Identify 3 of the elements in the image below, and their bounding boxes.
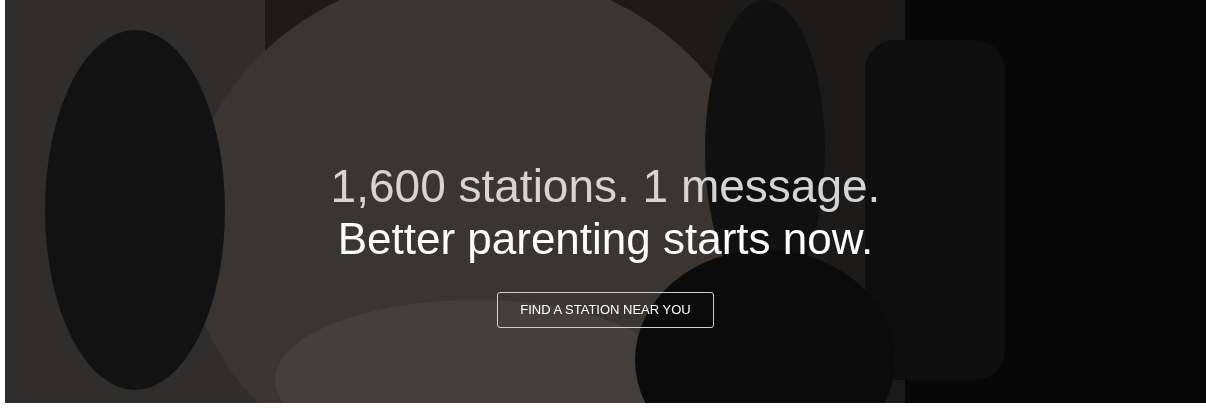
headline: 1,600 stations. 1 message. bbox=[330, 160, 881, 212]
find-station-button[interactable]: FIND A STATION NEAR YOU bbox=[497, 292, 714, 328]
subheadline: Better parenting starts now. bbox=[337, 213, 874, 265]
